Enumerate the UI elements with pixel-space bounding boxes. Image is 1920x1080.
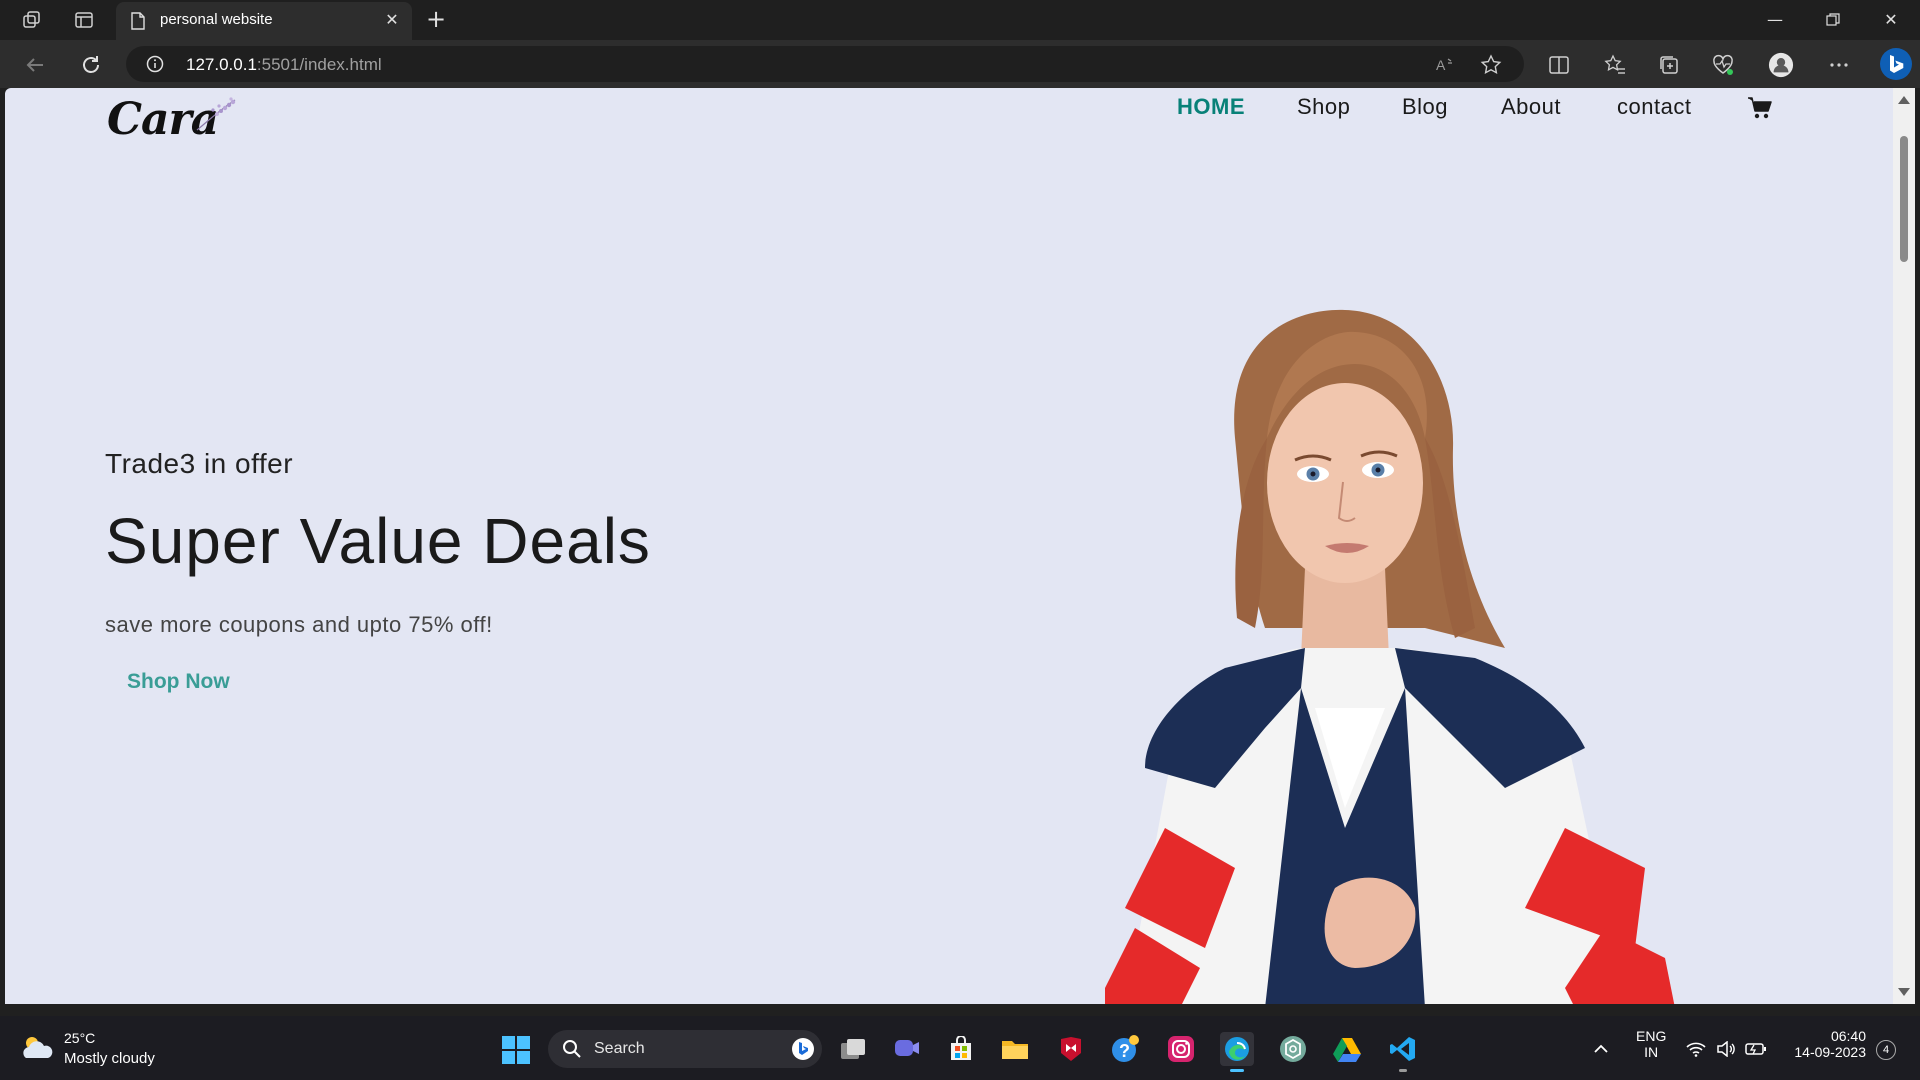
hero-title: Super Value Deals [105, 505, 651, 577]
nav-shop-link[interactable]: Shop [1297, 94, 1350, 120]
shop-now-button[interactable]: Shop Now [115, 664, 242, 700]
split-screen-icon[interactable] [1546, 52, 1572, 78]
search-placeholder: Search [594, 1040, 645, 1057]
wifi-icon[interactable] [1682, 1032, 1710, 1066]
nav-contact-link[interactable]: contact [1617, 94, 1691, 120]
running-app-indicator [1399, 1069, 1407, 1072]
window-bottom-edge [0, 1004, 1920, 1016]
active-tab[interactable]: personal website ✕ [116, 2, 412, 40]
show-hidden-icons-chevron-icon[interactable] [1584, 1032, 1618, 1066]
get-help-icon[interactable]: ? [1108, 1032, 1142, 1066]
instagram-icon[interactable] [1164, 1032, 1198, 1066]
scroll-thumb[interactable] [1900, 136, 1908, 262]
web-page: Cara HOME Shop Blog About contact Trade3… [5, 88, 1893, 1004]
hero-text: save more coupons and upto 75% off! [105, 612, 493, 637]
hero-model-image [1105, 309, 1675, 1004]
svg-text:A: A [1436, 57, 1446, 73]
battery-icon[interactable] [1742, 1032, 1770, 1066]
tab-title: personal website [160, 11, 273, 28]
google-drive-icon[interactable] [1330, 1032, 1364, 1066]
chatgpt-icon[interactable] [1276, 1032, 1310, 1066]
favorite-star-icon[interactable] [1480, 54, 1502, 76]
weather-temperature[interactable]: 25°C [64, 1030, 95, 1046]
volume-icon[interactable] [1712, 1032, 1740, 1066]
shopping-cart-icon[interactable] [1747, 96, 1773, 120]
region-code: IN [1644, 1044, 1659, 1060]
back-icon[interactable] [22, 52, 48, 78]
nav-about-link[interactable]: About [1501, 94, 1561, 120]
bing-icon [792, 1038, 814, 1060]
page-scrollbar[interactable] [1893, 88, 1915, 1004]
search-icon [562, 1039, 582, 1059]
clock-date: 14-09-2023 [1794, 1044, 1866, 1060]
lavender-sprig-icon [196, 97, 236, 131]
language-indicator[interactable]: ENG IN [1636, 1028, 1666, 1060]
url-host: 127.0.0.1 [186, 55, 257, 74]
favorites-icon[interactable] [1602, 52, 1628, 78]
taskbar-search[interactable]: Search [548, 1030, 822, 1068]
workspaces-icon[interactable] [20, 8, 44, 32]
bing-copilot-icon[interactable] [1880, 48, 1912, 80]
edge-browser-icon[interactable] [1220, 1032, 1254, 1072]
address-bar[interactable]: 127.0.0.1:5501/index.html A [126, 46, 1524, 82]
scroll-down-arrow-icon[interactable] [1898, 988, 1910, 996]
microsoft-store-icon[interactable] [944, 1032, 978, 1066]
close-window-icon[interactable]: ✕ [1876, 6, 1906, 34]
refresh-icon[interactable] [78, 52, 104, 78]
nav-home-link[interactable]: HOME [1177, 94, 1245, 120]
windows-taskbar: 25°C Mostly cloudy Search ? ENG IN 06:40… [0, 1016, 1920, 1080]
active-app-indicator [1230, 1069, 1244, 1072]
weather-description[interactable]: Mostly cloudy [64, 1050, 155, 1067]
language-code: ENG [1636, 1028, 1667, 1044]
scroll-up-arrow-icon[interactable] [1898, 96, 1910, 104]
page-icon [130, 12, 146, 30]
new-tab-icon[interactable]: + [424, 7, 448, 32]
vertical-tabs-icon[interactable] [72, 8, 96, 32]
profile-avatar-icon[interactable] [1768, 52, 1794, 78]
weather-cloud-icon[interactable] [20, 1032, 54, 1062]
clock-time: 06:40 [1830, 1028, 1866, 1044]
hero-subtitle: Trade3 in offer [105, 448, 294, 479]
site-logo[interactable]: Cara [107, 94, 237, 154]
site-info-icon[interactable] [146, 55, 164, 73]
nav-blog-link[interactable]: Blog [1402, 94, 1448, 120]
vscode-icon[interactable] [1386, 1032, 1420, 1072]
restore-icon[interactable] [1818, 6, 1848, 34]
read-aloud-icon[interactable]: A [1434, 54, 1456, 76]
url-path: :5501/index.html [256, 55, 382, 74]
url-text[interactable]: 127.0.0.1:5501/index.html [186, 55, 382, 75]
browser-toolbar: 127.0.0.1:5501/index.html A [0, 40, 1920, 88]
file-explorer-icon[interactable] [998, 1032, 1032, 1066]
browser-tab-bar: personal website ✕ + — ✕ [0, 0, 1920, 40]
svg-text:?: ? [1119, 1041, 1130, 1061]
mcafee-icon[interactable] [1054, 1032, 1088, 1066]
close-tab-icon[interactable]: ✕ [382, 10, 402, 30]
windows-start-icon[interactable] [502, 1036, 530, 1064]
teams-chat-icon[interactable] [890, 1032, 924, 1066]
minimize-icon[interactable]: — [1760, 6, 1790, 34]
collections-icon[interactable] [1656, 52, 1682, 78]
more-menu-icon[interactable] [1826, 52, 1852, 78]
notification-count-badge[interactable]: 4 [1876, 1040, 1896, 1060]
browser-essentials-icon[interactable] [1710, 52, 1736, 78]
clock[interactable]: 06:40 14-09-2023 [1784, 1028, 1866, 1060]
task-view-icon[interactable] [836, 1032, 870, 1066]
